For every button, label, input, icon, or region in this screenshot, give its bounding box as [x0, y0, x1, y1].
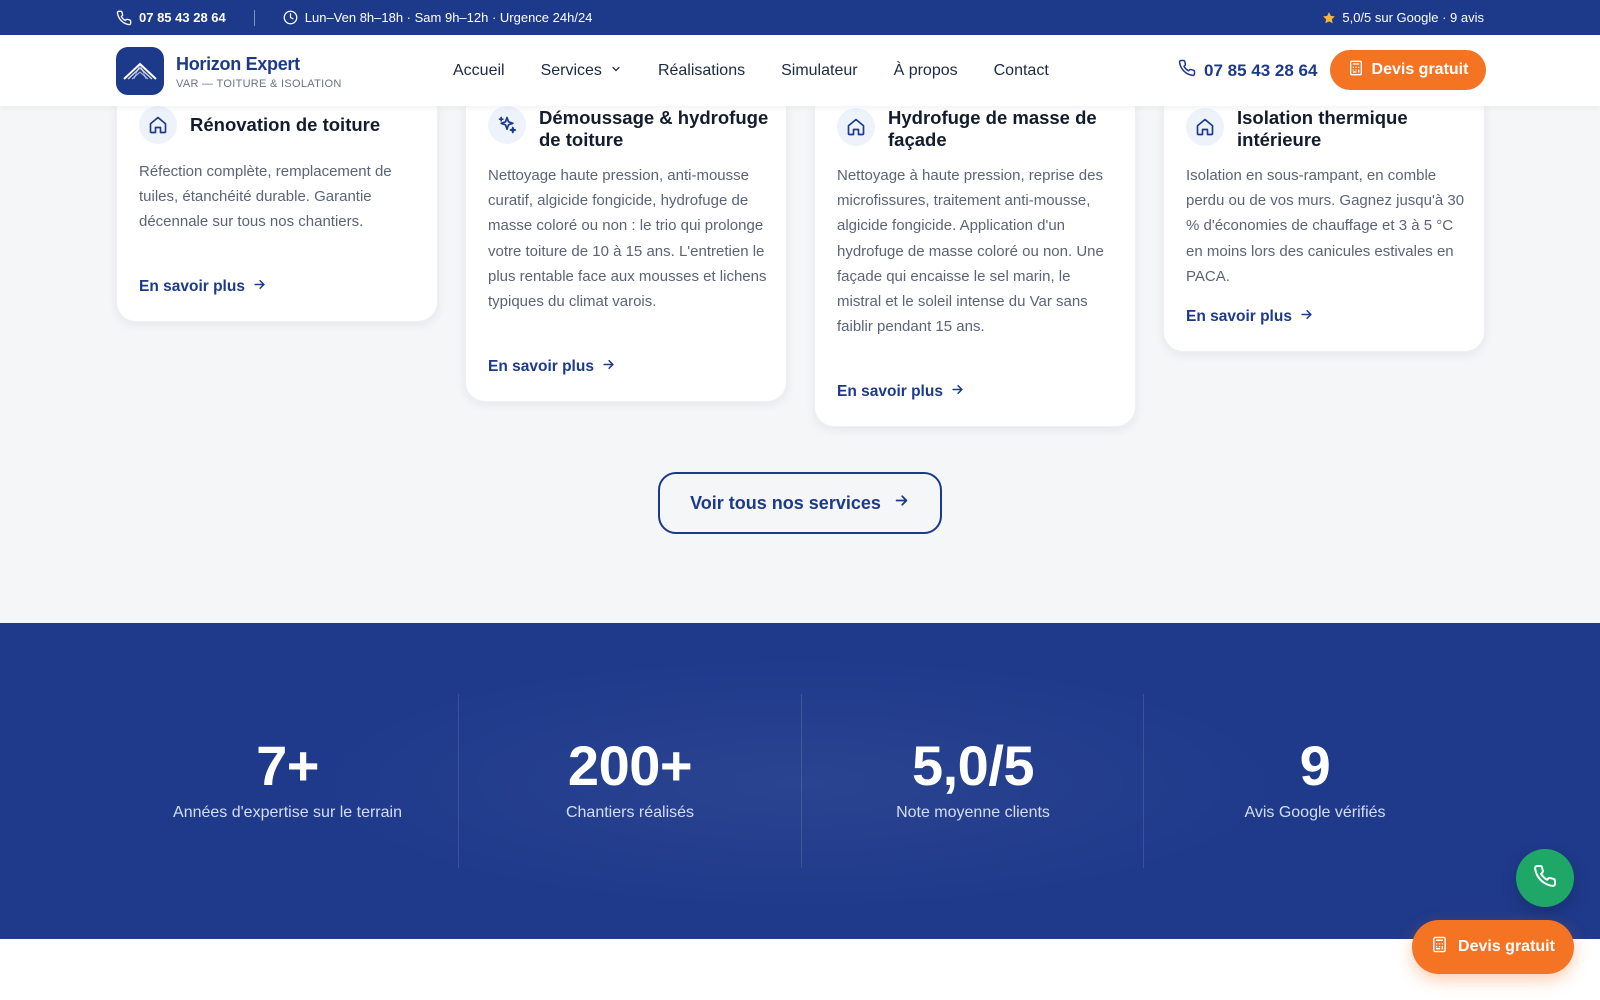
nav-label: Réalisations: [657, 61, 746, 79]
service-description: Nettoyage à haute pression, reprise des …: [837, 167, 1104, 336]
service-card-renovation-toiture[interactable]: Rénovation de toiture Réfection complète…: [116, 106, 438, 322]
nav-item-a-propos[interactable]: À propos: [894, 62, 958, 80]
nav-item-contact[interactable]: Contact: [994, 62, 1049, 80]
top-info-bar: 07 85 43 28 64 Lun–Ven 8h–18h · Sam 9h–1…: [0, 0, 1600, 35]
devis-button-label: Devis gratuit: [1371, 61, 1469, 78]
phone-icon: [116, 10, 132, 26]
link-label: En savoir plus: [837, 383, 943, 400]
stat-label: Années d'expertise sur le terrain: [173, 804, 402, 821]
stat-label: Avis Google vérifiés: [1244, 804, 1386, 821]
devis-gratuit-button[interactable]: Devis gratuit: [1330, 50, 1486, 90]
service-description: Réfection complète, remplacement de tuil…: [139, 163, 392, 231]
clock-icon: [283, 10, 298, 25]
stat-avis: 9 Avis Google vérifiés: [1143, 694, 1486, 868]
logo[interactable]: [116, 47, 164, 95]
arrow-right-icon: [1299, 307, 1314, 327]
topbar-divider: [253, 9, 255, 26]
topbar-phone-link[interactable]: 07 85 43 28 64: [116, 10, 226, 26]
arrow-right-icon: [893, 492, 910, 514]
service-card-demoussage-hydrofuge[interactable]: Démoussage & hydrofuge de toiture Nettoy…: [465, 106, 787, 402]
nav-label: Accueil: [453, 61, 505, 79]
topbar-rating-text: 5,0/5 sur Google · 9 avis: [1342, 10, 1484, 25]
brand-name: Horizon Expert: [176, 54, 300, 74]
all-services-label: Voir tous nos services: [690, 492, 881, 513]
header-phone-text: 07 85 43 28 64: [1204, 60, 1318, 80]
stat-label: Note moyenne clients: [896, 804, 1050, 821]
nav-item-simulateur[interactable]: Simulateur: [781, 62, 857, 80]
arrow-right-icon: [252, 277, 267, 297]
floating-devis-label: Devis gratuit: [1458, 938, 1555, 955]
nav-label: À propos: [893, 61, 958, 79]
nav-label: Simulateur: [781, 61, 858, 79]
service-title: Démoussage & hydrofuge de toiture: [539, 107, 769, 150]
link-label: En savoir plus: [1186, 308, 1292, 325]
stat-note: 5,0/5 Note moyenne clients: [801, 694, 1144, 868]
calculator-icon: [1431, 936, 1448, 958]
phone-icon: [1533, 864, 1557, 893]
service-description: Isolation en sous-rampant, en comble per…: [1186, 167, 1465, 285]
floating-devis-button[interactable]: Devis gratuit: [1412, 920, 1574, 974]
service-title: Hydrofuge de masse de façade: [888, 107, 1097, 150]
brand[interactable]: Horizon Expert VAR — TOITURE & ISOLATION: [176, 54, 342, 90]
topbar-rating[interactable]: 5,0/5 sur Google · 9 avis: [1322, 0, 1484, 35]
header-phone-link[interactable]: 07 85 43 28 64: [1178, 35, 1317, 106]
voir-tous-services-button[interactable]: Voir tous nos services: [658, 472, 942, 534]
stat-value: 7+: [256, 734, 319, 797]
sparkles-icon: [488, 106, 526, 144]
service-link-en-savoir-plus[interactable]: En savoir plus: [1186, 307, 1314, 327]
main-nav: Accueil Services Réalisations Simulateur…: [453, 35, 1049, 106]
topbar-phone-text: 07 85 43 28 64: [139, 10, 226, 25]
service-card-isolation-thermique[interactable]: Isolation thermique intérieure Isolation…: [1163, 106, 1485, 352]
service-title: Isolation thermique intérieure: [1237, 107, 1408, 150]
topbar-hours-text: Lun–Ven 8h–18h · Sam 9h–12h · Urgence 24…: [304, 10, 593, 25]
roof-logo-icon: [123, 62, 157, 80]
floating-call-button[interactable]: [1516, 849, 1574, 907]
service-link-en-savoir-plus[interactable]: En savoir plus: [837, 382, 965, 402]
service-card-hydrofuge-facade[interactable]: Hydrofuge de masse de façade Nettoyage à…: [814, 106, 1136, 427]
brand-tagline: VAR — TOITURE & ISOLATION: [176, 78, 342, 90]
stat-label: Chantiers réalisés: [565, 804, 695, 821]
site-header: Horizon Expert VAR — TOITURE & ISOLATION…: [0, 35, 1600, 106]
home-icon: [1186, 108, 1224, 146]
star-icon: [1322, 11, 1336, 25]
service-link-en-savoir-plus[interactable]: En savoir plus: [488, 357, 616, 377]
stat-value: 9: [1299, 734, 1331, 797]
stats-section: 7+ Années d'expertise sur le terrain 200…: [0, 623, 1600, 939]
nav-item-accueil[interactable]: Accueil: [453, 62, 505, 80]
link-label: En savoir plus: [139, 278, 245, 295]
arrow-right-icon: [950, 382, 965, 402]
home-icon: [139, 106, 177, 144]
stat-chantiers: 200+ Chantiers réalisés: [458, 694, 801, 868]
next-section: [0, 939, 1600, 1000]
nav-item-services[interactable]: Services: [541, 62, 622, 80]
stat-experience: 7+ Années d'expertise sur le terrain: [116, 694, 459, 868]
arrow-right-icon: [601, 357, 616, 377]
nav-label: Services: [540, 61, 602, 79]
nav-label: Contact: [993, 61, 1049, 79]
nav-item-realisations[interactable]: Réalisations: [658, 62, 745, 80]
link-label: En savoir plus: [488, 358, 594, 375]
home-icon: [837, 108, 875, 146]
stat-value: 200+: [567, 734, 693, 797]
topbar-hours: Lun–Ven 8h–18h · Sam 9h–12h · Urgence 24…: [283, 10, 593, 25]
chevron-down-icon: [610, 62, 622, 80]
service-link-en-savoir-plus[interactable]: En savoir plus: [139, 277, 267, 297]
service-description: Nettoyage haute pression, anti-mousse cu…: [488, 167, 767, 311]
calculator-icon: [1348, 60, 1364, 81]
stat-value: 5,0/5: [911, 734, 1035, 797]
phone-icon: [1178, 59, 1196, 82]
service-title: Rénovation de toiture: [190, 114, 381, 135]
